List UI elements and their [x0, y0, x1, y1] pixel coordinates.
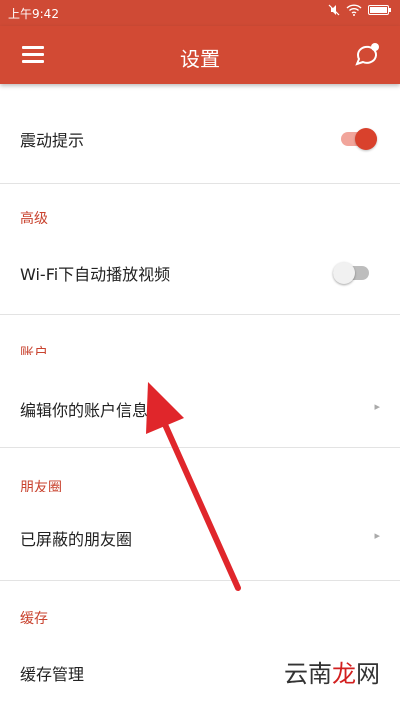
notification-bubble-icon[interactable]	[354, 42, 382, 68]
settings-row-wifi-autoplay[interactable]: Wi-Fi下自动播放视频	[0, 224, 400, 314]
edit-account-label: 编辑你的账户信息	[20, 401, 149, 420]
chevron-right-icon: ▸	[374, 400, 380, 413]
status-icons	[328, 4, 392, 16]
wifi-autoplay-toggle[interactable]	[333, 261, 369, 285]
watermark-logo: 云南龙网	[284, 660, 380, 688]
settings-row-edit-account[interactable]: 编辑你的账户信息 ▸	[0, 355, 400, 447]
blocked-moments-label: 已屏蔽的朋友圈	[20, 530, 133, 549]
status-time: 上午9:42	[8, 7, 59, 21]
settings-row-vibration[interactable]: 震动提示	[0, 94, 400, 184]
status-bar: 上午9:42	[0, 0, 400, 26]
wifi-autoplay-label: Wi-Fi下自动播放视频	[20, 265, 171, 284]
section-header-cache: 缓存	[0, 581, 400, 627]
mute-icon	[328, 4, 340, 16]
section-header-advanced: 高级	[0, 184, 400, 227]
app-bar: 设置	[0, 26, 400, 84]
settings-list: 震动提示 高级 Wi-Fi下自动播放视频 账户 编辑你的账户信息 ▸ 朋友圈 已…	[0, 84, 400, 705]
cache-manage-label: 缓存管理	[20, 665, 85, 684]
section-header-moments: 朋友圈	[0, 448, 400, 496]
settings-row-partial[interactable]	[0, 84, 400, 94]
battery-icon	[368, 5, 391, 15]
page-title: 设置	[180, 47, 220, 71]
vibration-label: 震动提示	[20, 131, 85, 150]
settings-row-blocked-moments[interactable]: 已屏蔽的朋友圈 ▸	[0, 492, 400, 580]
chevron-right-icon: ▸	[374, 529, 380, 542]
vibration-toggle[interactable]	[341, 127, 377, 151]
section-header-account: 账户	[0, 315, 400, 362]
wifi-icon	[346, 4, 362, 16]
